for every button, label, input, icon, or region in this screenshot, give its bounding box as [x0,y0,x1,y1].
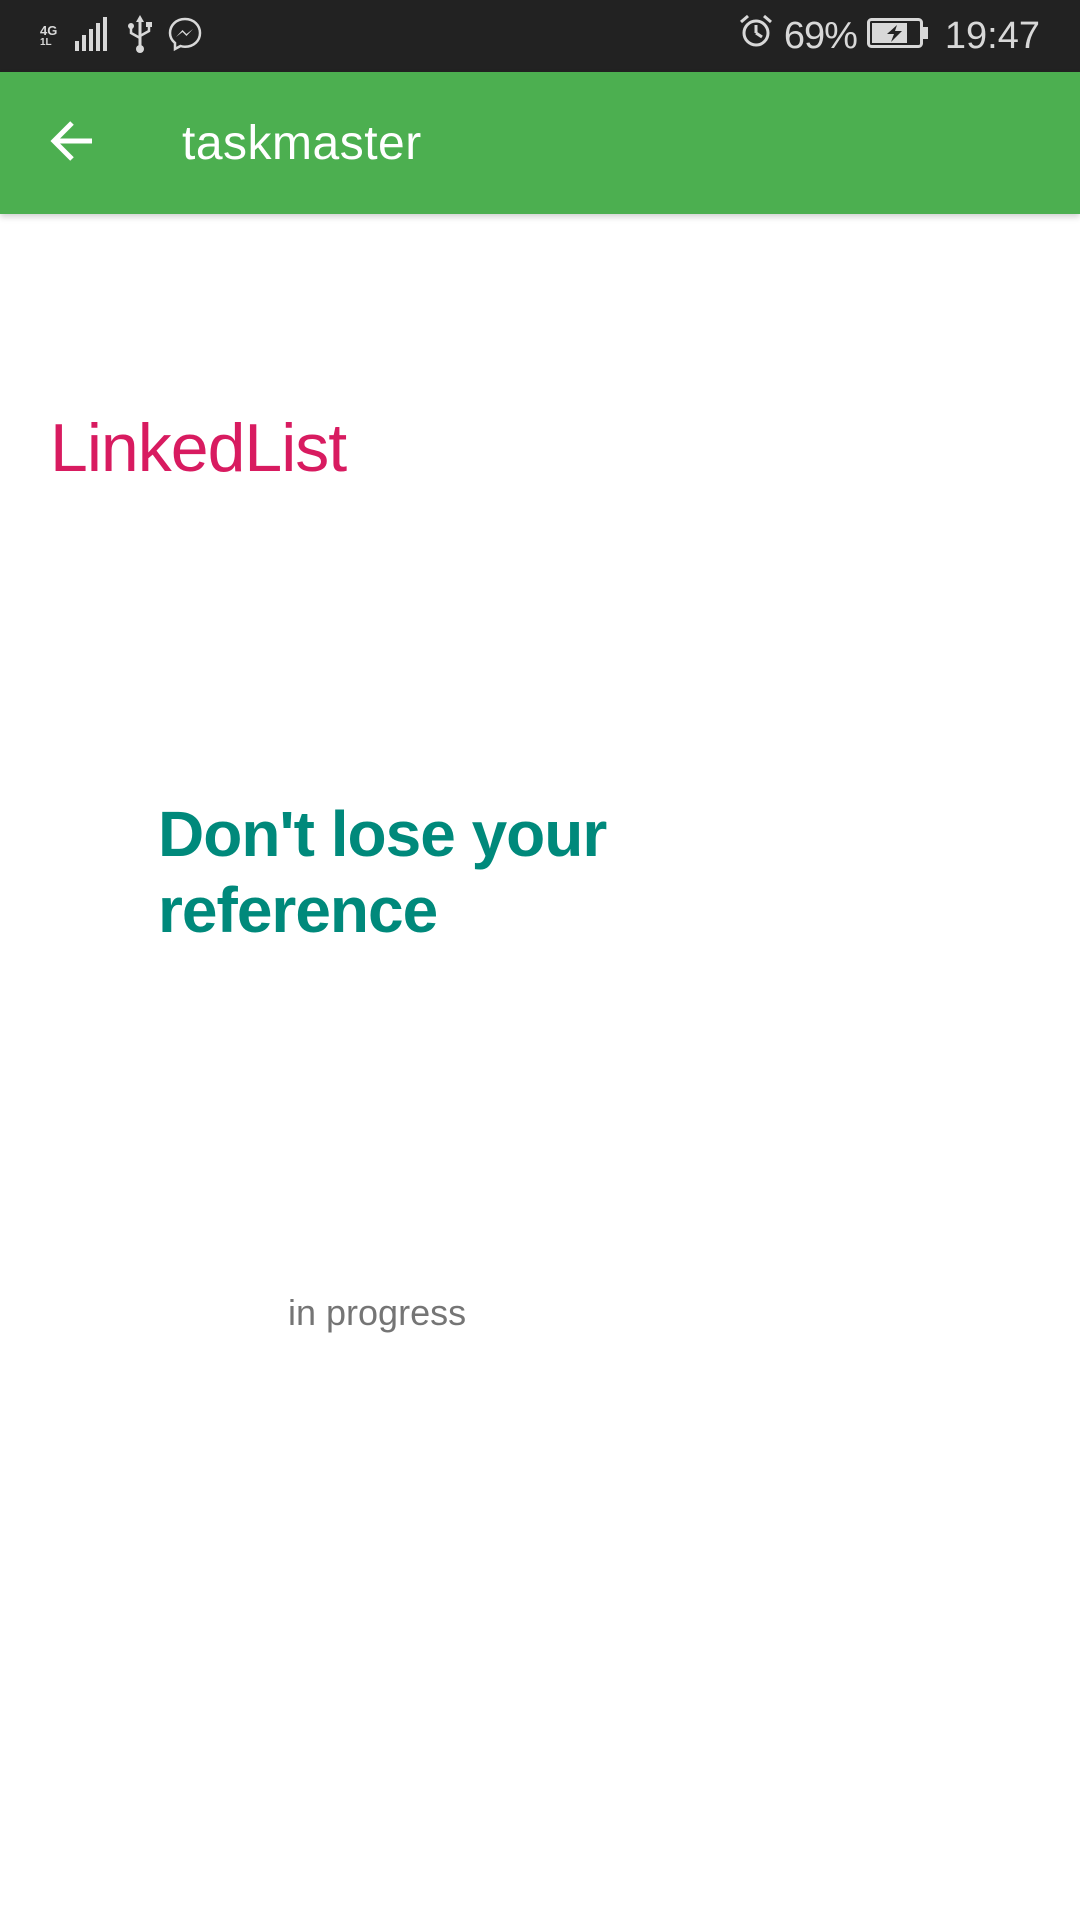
task-status: in progress [288,1292,467,1333]
status-bar: 4G 1L 69% 19:47 [0,0,1080,72]
arrow-back-icon [48,117,96,170]
back-button[interactable] [36,110,108,176]
task-name: Don't lose your reference [158,798,607,946]
alarm-icon [738,13,774,59]
network-sub: 1L [40,37,52,48]
network-type: 4G [40,23,58,38]
status-right-icons: 69% 19:47 [738,12,1040,60]
topic-title: LinkedList [50,410,347,486]
app-title: taskmaster [182,117,422,170]
messenger-icon [167,16,203,57]
status-left-icons: 4G 1L [40,14,203,58]
usb-icon [127,14,153,58]
network-type-label: 4G 1L [40,24,57,48]
battery-charging-icon [866,15,929,58]
screen: 4G 1L 69% 19:47 taskmaster LinkedList Do… [0,0,1080,1920]
battery-percent: 69% [783,14,858,57]
clock: 19:47 [944,14,1040,57]
app-bar: taskmaster [0,72,1080,214]
signal-icon [73,16,108,56]
